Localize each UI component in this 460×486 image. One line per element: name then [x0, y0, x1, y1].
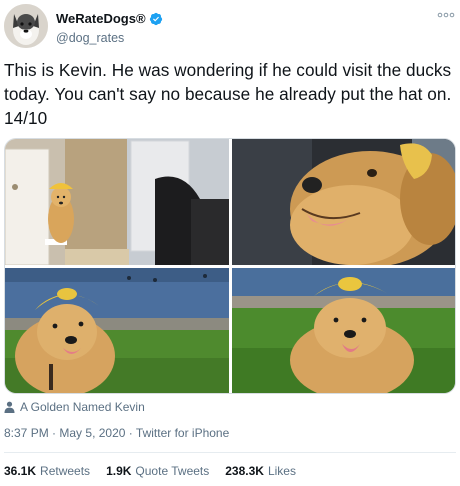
photo-1[interactable]	[5, 139, 229, 265]
avatar[interactable]	[4, 4, 48, 48]
photo-2[interactable]	[232, 139, 455, 265]
engagement-stats: 36.1K Retweets 1.9K Quote Tweets 238.3K …	[4, 464, 296, 478]
tweet-date[interactable]: May 5, 2020	[59, 426, 125, 440]
more-options-icon[interactable]	[436, 10, 456, 20]
likes-count: 238.3K	[225, 464, 264, 478]
dog-doorway-image	[5, 139, 229, 265]
media-grid	[4, 138, 456, 394]
meta-separator: ·	[128, 426, 133, 440]
person-icon	[4, 401, 15, 413]
tweet-time[interactable]: 8:37 PM	[4, 426, 49, 440]
retweets-label: Retweets	[40, 464, 91, 478]
retweets-stat[interactable]: 36.1K Retweets	[4, 464, 90, 478]
likes-stat[interactable]: 238.3K Likes	[225, 464, 296, 478]
author-display-name[interactable]: WeRateDogs®	[56, 11, 146, 26]
author-handle[interactable]: @dog_rates	[56, 31, 163, 45]
tagged-user[interactable]: A Golden Named Kevin	[4, 398, 145, 416]
dog-pond-image	[5, 268, 229, 393]
meta-separator: ·	[52, 426, 57, 440]
quote-tweets-stat[interactable]: 1.9K Quote Tweets	[106, 464, 209, 478]
quote-tweets-label: Quote Tweets	[135, 464, 210, 478]
tweet-text: This is Kevin. He was wondering if he co…	[4, 60, 452, 128]
tweet-metadata: 8:37 PM · May 5, 2020 · Twitter for iPho…	[4, 426, 229, 440]
divider	[4, 452, 456, 453]
quote-tweets-count: 1.9K	[106, 464, 132, 478]
verified-badge-icon	[149, 12, 162, 25]
avatar-image	[4, 4, 48, 48]
likes-label: Likes	[267, 464, 296, 478]
tweet-source[interactable]: Twitter for iPhone	[136, 426, 229, 440]
dog-grass-image	[232, 268, 455, 393]
photo-3[interactable]	[5, 268, 229, 393]
author-name[interactable]: WeRateDogs®	[56, 11, 163, 26]
dog-car-image	[232, 139, 455, 265]
tagged-user-name[interactable]: A Golden Named Kevin	[20, 400, 145, 414]
tweet-header: WeRateDogs® @dog_rates	[4, 4, 456, 50]
retweets-count: 36.1K	[4, 464, 37, 478]
photo-4[interactable]	[232, 268, 455, 393]
